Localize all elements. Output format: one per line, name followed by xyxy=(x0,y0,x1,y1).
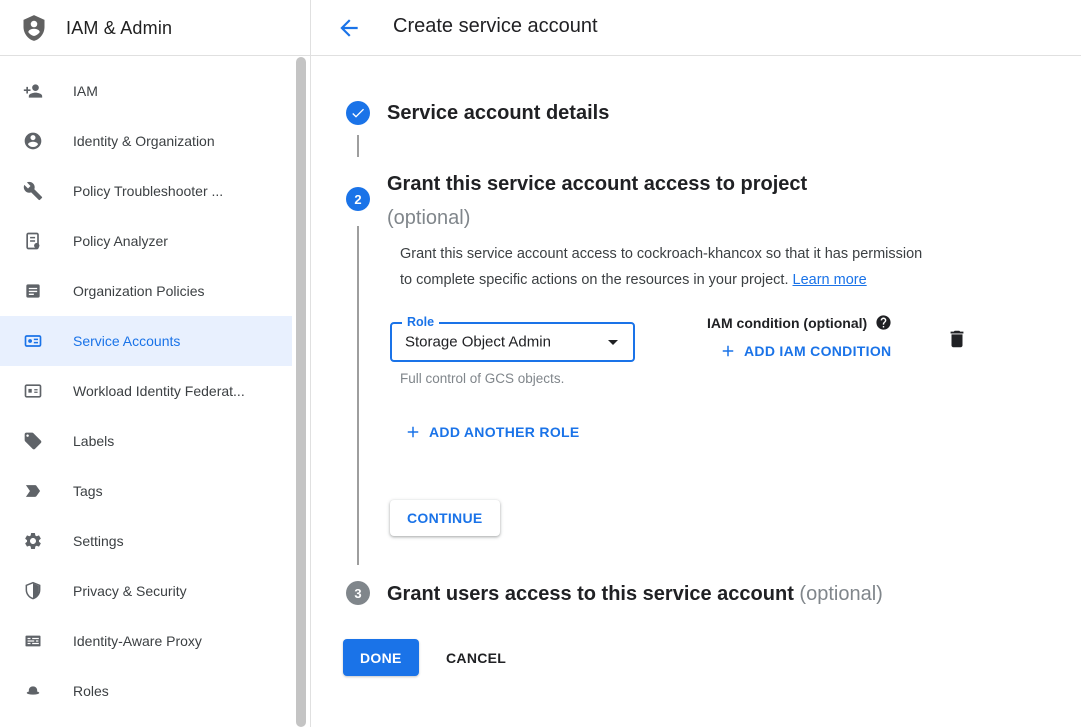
sidebar-item-label: Roles xyxy=(73,683,109,699)
identity-aware-proxy-icon xyxy=(23,631,43,651)
label-tag-icon xyxy=(23,431,43,451)
sidebar-item-policy-troubleshooter[interactable]: Policy Troubleshooter ... xyxy=(0,166,292,216)
app-title: IAM & Admin xyxy=(66,18,172,39)
sidebar-item-label: Identity-Aware Proxy xyxy=(73,633,202,649)
add-iam-condition-label: ADD IAM CONDITION xyxy=(744,343,891,359)
sidebar-item-label: Workload Identity Federat... xyxy=(73,383,245,399)
step-connector xyxy=(357,226,359,565)
shield-icon xyxy=(23,581,43,601)
sidebar-item-identity-organization[interactable]: Identity & Organization xyxy=(0,116,292,166)
sidebar-item-service-accounts[interactable]: Service Accounts xyxy=(0,316,292,366)
step-1-complete-badge xyxy=(346,101,370,125)
step-2-title: Grant this service account access to pro… xyxy=(387,167,807,235)
step-3-title: Grant users access to this service accou… xyxy=(387,581,883,607)
sidebar-scrollbar[interactable] xyxy=(296,57,306,727)
continue-button[interactable]: CONTINUE xyxy=(390,500,500,536)
sidebar-item-organization-policies[interactable]: Organization Policies xyxy=(0,266,292,316)
sidebar-item-policy-analyzer[interactable]: Policy Analyzer xyxy=(0,216,292,266)
delete-role-button[interactable] xyxy=(946,328,968,350)
learn-more-link[interactable]: Learn more xyxy=(793,272,867,288)
sidebar-item-workload-identity-federation[interactable]: Workload Identity Federat... xyxy=(0,366,292,416)
page-title: Create service account xyxy=(393,15,598,38)
sidebar-item-tags[interactable]: Tags xyxy=(0,466,292,516)
roles-hat-icon xyxy=(23,681,43,701)
policy-analyzer-icon xyxy=(23,231,43,251)
plus-icon xyxy=(719,342,737,360)
role-helper-text: Full control of GCS objects. xyxy=(400,371,564,386)
id-card-icon xyxy=(23,381,43,401)
iam-condition-label-text: IAM condition (optional) xyxy=(707,315,867,331)
done-button[interactable]: DONE xyxy=(343,639,419,676)
sidebar-item-label: Labels xyxy=(73,433,114,449)
trash-icon xyxy=(946,328,968,350)
step-2-optional-text: (optional) xyxy=(387,201,807,235)
dropdown-caret-icon xyxy=(601,330,625,354)
iam-admin-app: IAM & Admin Create service account IAM I… xyxy=(0,0,1081,727)
sidebar-item-label: Identity & Organization xyxy=(73,133,215,149)
step-3-optional-text: (optional) xyxy=(799,583,882,605)
step-3-title-text: Grant users access to this service accou… xyxy=(387,583,794,605)
sidebar-item-privacy-security[interactable]: Privacy & Security xyxy=(0,566,292,616)
step-2-badge: 2 xyxy=(346,187,370,211)
sidebar-item-identity-aware-proxy[interactable]: Identity-Aware Proxy xyxy=(0,616,292,666)
sidebar-item-label: Policy Analyzer xyxy=(73,233,168,249)
sidebar-item-roles[interactable]: Roles xyxy=(0,666,292,716)
account-circle-icon xyxy=(23,131,43,151)
back-arrow-icon xyxy=(336,15,362,41)
wrench-icon xyxy=(23,181,43,201)
step-2-number: 2 xyxy=(354,192,361,207)
cancel-button[interactable]: CANCEL xyxy=(446,639,506,676)
sidebar-item-label: Service Accounts xyxy=(73,333,180,349)
iam-condition-label: IAM condition (optional) xyxy=(707,314,892,331)
sidebar-item-iam[interactable]: IAM xyxy=(0,66,292,116)
service-account-icon xyxy=(23,331,43,351)
sidebar-item-label: Organization Policies xyxy=(73,283,205,299)
person-add-icon xyxy=(23,81,43,101)
iam-admin-brand: IAM & Admin xyxy=(20,0,172,56)
step-connector xyxy=(357,135,359,157)
sidebar: IAM Identity & Organization Policy Troub… xyxy=(0,57,310,727)
check-icon xyxy=(350,105,366,121)
step-3-badge: 3 xyxy=(346,581,370,605)
role-field-label: Role xyxy=(402,315,439,329)
description-line-1: Grant this service account access to coc… xyxy=(400,242,1020,268)
top-bar: IAM & Admin Create service account xyxy=(0,0,1081,56)
back-button[interactable] xyxy=(336,15,362,41)
step-2-title-text: Grant this service account access to pro… xyxy=(387,167,807,201)
sidebar-item-settings[interactable]: Settings xyxy=(0,516,292,566)
plus-icon xyxy=(404,423,422,441)
step-3-number: 3 xyxy=(354,586,361,601)
sidebar-item-label: Settings xyxy=(73,533,124,549)
sidebar-divider xyxy=(310,0,311,727)
sidebar-item-labels[interactable]: Labels xyxy=(0,416,292,466)
gear-icon xyxy=(23,531,43,551)
help-icon[interactable] xyxy=(875,314,892,331)
step-2-description: Grant this service account access to coc… xyxy=(400,242,1020,293)
document-lines-icon xyxy=(23,281,43,301)
add-iam-condition-button[interactable]: ADD IAM CONDITION xyxy=(719,342,891,360)
role-selected-value: Storage Object Admin xyxy=(405,334,551,351)
description-line-2: to complete specific actions on the reso… xyxy=(400,272,788,288)
sidebar-item-label: Policy Troubleshooter ... xyxy=(73,183,223,199)
sidebar-item-label: Tags xyxy=(73,483,103,499)
label-important-icon xyxy=(23,481,43,501)
add-another-role-label: ADD ANOTHER ROLE xyxy=(429,424,580,440)
sidebar-item-label: IAM xyxy=(73,83,98,99)
step-1-title[interactable]: Service account details xyxy=(387,99,609,127)
add-another-role-button[interactable]: ADD ANOTHER ROLE xyxy=(404,423,580,441)
sidebar-item-label: Privacy & Security xyxy=(73,583,187,599)
role-select[interactable]: Role Storage Object Admin xyxy=(390,322,635,362)
iam-admin-logo-icon xyxy=(20,13,48,43)
